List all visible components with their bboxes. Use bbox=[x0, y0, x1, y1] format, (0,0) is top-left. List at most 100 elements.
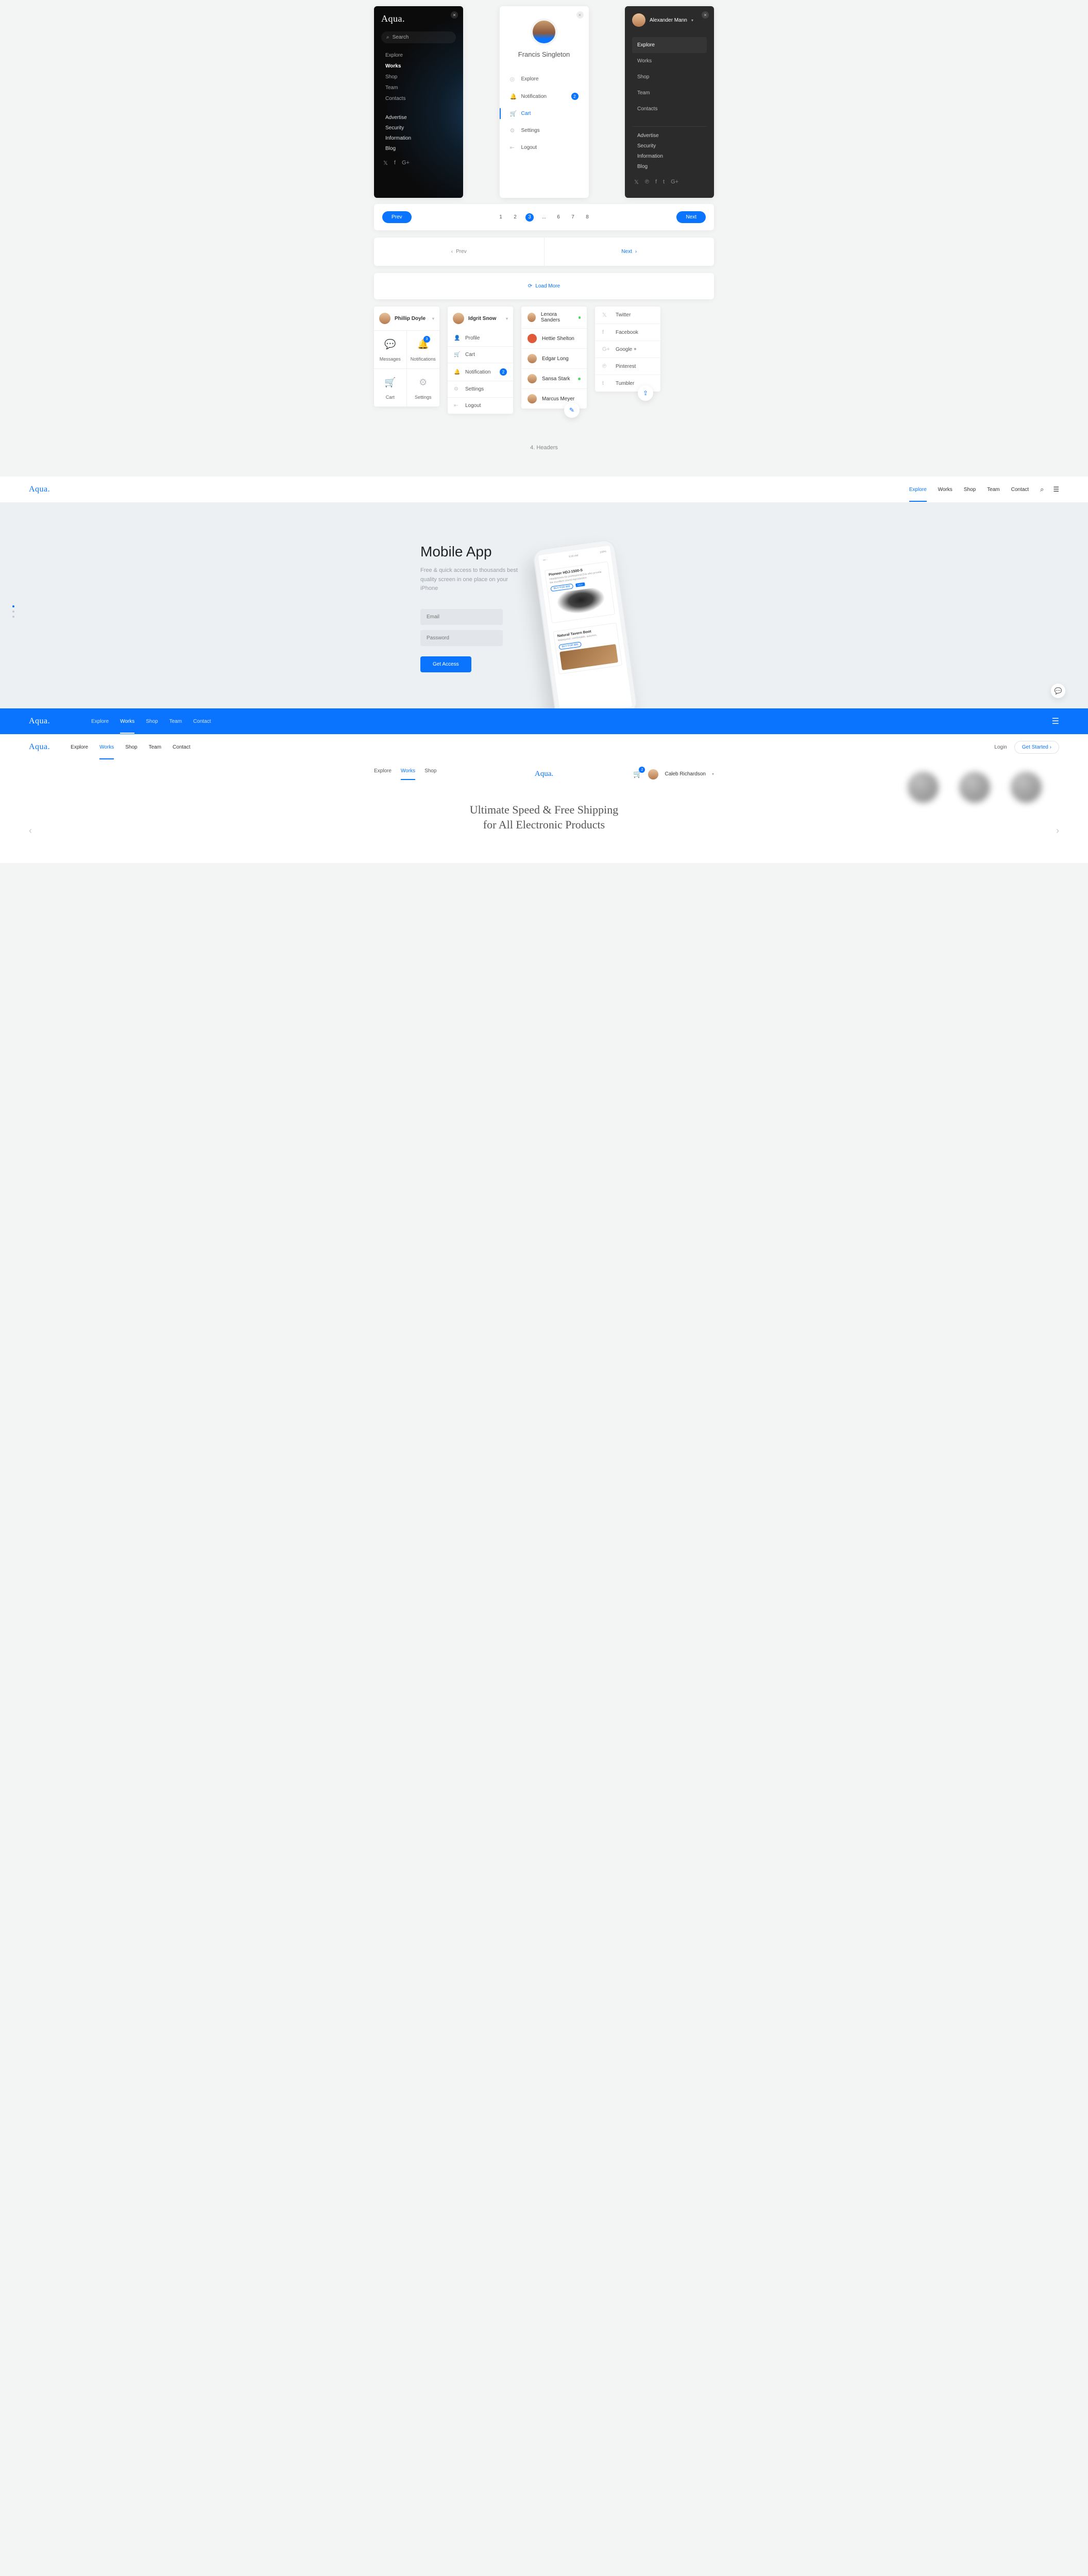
nav-item[interactable]: Team bbox=[149, 735, 161, 759]
page-number[interactable]: 2 bbox=[511, 213, 519, 222]
page-number[interactable]: 8 bbox=[583, 213, 591, 222]
search-input[interactable]: ⌕ Search bbox=[381, 31, 456, 43]
person-item[interactable]: Sansa Stark bbox=[521, 369, 587, 389]
password-field[interactable] bbox=[420, 630, 503, 646]
person-item[interactable]: Edgar Long bbox=[521, 349, 587, 369]
nav-item[interactable]: Advertise bbox=[637, 133, 707, 139]
tile-item[interactable]: 🛒Cart bbox=[374, 368, 407, 406]
cart-icon[interactable]: 🛒2 bbox=[633, 770, 642, 778]
share-item[interactable]: 𝕏Twitter bbox=[595, 307, 660, 324]
search-icon[interactable]: ⌕ bbox=[1040, 485, 1044, 494]
close-icon[interactable]: ✕ bbox=[576, 11, 584, 19]
nav-item[interactable]: Works bbox=[401, 768, 415, 780]
nav-item[interactable]: Blog bbox=[385, 146, 456, 151]
user-dropdown[interactable]: Idgrit Snow ▾ bbox=[448, 307, 513, 330]
facebook-icon[interactable]: f bbox=[394, 160, 396, 166]
nav-item[interactable]: Explore bbox=[91, 709, 109, 734]
nav-item[interactable]: Explore bbox=[385, 53, 456, 58]
twitter-icon[interactable]: 𝕏 bbox=[634, 179, 639, 185]
menu-item[interactable]: 🔔Notification2 bbox=[507, 88, 582, 105]
tile-item[interactable]: ⚙Settings bbox=[407, 368, 440, 406]
google-plus-icon[interactable]: G+ bbox=[671, 179, 678, 185]
nav-item[interactable]: Information bbox=[385, 135, 456, 141]
nav-item[interactable]: Contact bbox=[193, 709, 211, 734]
nav-item[interactable]: Team bbox=[385, 85, 456, 91]
chevron-left-icon[interactable]: ‹ bbox=[29, 825, 32, 836]
share-item[interactable]: ℗Pinterest bbox=[595, 358, 660, 375]
menu-item[interactable]: 🛒Cart bbox=[448, 346, 513, 363]
chat-fab[interactable]: 💬 bbox=[1051, 684, 1065, 698]
email-field[interactable] bbox=[420, 609, 503, 625]
page-number[interactable]: 7 bbox=[569, 213, 577, 222]
nav-item[interactable]: Contacts bbox=[632, 101, 707, 117]
share-item[interactable]: fFacebook bbox=[595, 324, 660, 341]
menu-item[interactable]: ⚙Settings bbox=[507, 122, 582, 139]
page-number[interactable]: 6 bbox=[554, 213, 563, 222]
next-link[interactable]: Next › bbox=[545, 238, 715, 266]
nav-item[interactable]: Works bbox=[938, 478, 953, 502]
nav-item[interactable]: Explore bbox=[632, 37, 707, 53]
get-access-button[interactable]: Get Access bbox=[420, 656, 471, 672]
prev-button[interactable]: Prev bbox=[382, 211, 412, 223]
nav-item[interactable]: Explore bbox=[909, 478, 927, 502]
user-dropdown[interactable]: Alexander Mann ▾ bbox=[632, 13, 707, 27]
next-button[interactable]: Next bbox=[676, 211, 706, 223]
tile-item[interactable]: 💬Messages bbox=[374, 330, 407, 368]
page-number[interactable]: 3 bbox=[525, 213, 534, 222]
tile-item[interactable]: 🔔Notifications3 bbox=[407, 330, 440, 368]
nav-item[interactable]: Works bbox=[120, 709, 134, 734]
nav-item[interactable]: Shop bbox=[424, 768, 436, 780]
edit-fab[interactable]: ✎ bbox=[564, 402, 580, 418]
nav-item[interactable]: Shop bbox=[964, 478, 976, 502]
nav-item[interactable]: Team bbox=[169, 709, 182, 734]
nav-item[interactable]: Shop bbox=[385, 74, 456, 80]
load-more-button[interactable]: ⟳ Load More bbox=[374, 273, 714, 299]
nav-item[interactable]: Works bbox=[632, 53, 707, 69]
dot[interactable] bbox=[12, 605, 14, 607]
page-number[interactable]: 1 bbox=[497, 213, 505, 222]
pinterest-icon[interactable]: ℗ bbox=[645, 179, 649, 185]
nav-item[interactable]: Explore bbox=[71, 735, 88, 759]
menu-item[interactable]: 👤Profile bbox=[448, 330, 513, 346]
menu-item[interactable]: ⇤Logout bbox=[507, 139, 582, 156]
menu-icon[interactable]: ☰ bbox=[1053, 485, 1059, 494]
prev-link[interactable]: ‹ Prev bbox=[374, 238, 545, 266]
close-icon[interactable]: ✕ bbox=[451, 11, 458, 19]
nav-item[interactable]: Information bbox=[637, 154, 707, 159]
get-started-button[interactable]: Get Started › bbox=[1014, 741, 1059, 754]
nav-item[interactable]: Blog bbox=[637, 164, 707, 170]
menu-item[interactable]: ⚙Settings bbox=[448, 381, 513, 397]
menu-item[interactable]: ◎Explore bbox=[507, 71, 582, 88]
menu-icon[interactable]: ☰ bbox=[1052, 716, 1059, 726]
menu-item[interactable]: ⇤Logout bbox=[448, 397, 513, 414]
person-item[interactable]: Hettie Shelton bbox=[521, 329, 587, 349]
twitter-icon[interactable]: 𝕏 bbox=[383, 160, 388, 166]
nav-item[interactable]: Team bbox=[987, 478, 999, 502]
nav-item[interactable]: Contacts bbox=[385, 96, 456, 101]
nav-item[interactable]: Shop bbox=[146, 709, 158, 734]
dot[interactable] bbox=[12, 611, 14, 613]
menu-item[interactable]: 🛒Cart bbox=[507, 105, 582, 122]
share-item[interactable]: G+Google + bbox=[595, 341, 660, 358]
nav-item[interactable]: Contact bbox=[173, 735, 190, 759]
nav-item[interactable]: Advertise bbox=[385, 115, 456, 121]
user-dropdown[interactable]: Phillip Doyle ▾ bbox=[374, 307, 439, 330]
nav-item[interactable]: Team bbox=[632, 85, 707, 101]
facebook-icon[interactable]: f bbox=[655, 179, 657, 185]
google-plus-icon[interactable]: G+ bbox=[402, 160, 410, 166]
login-link[interactable]: Login bbox=[994, 744, 1007, 750]
nav-item[interactable]: Shop bbox=[125, 735, 137, 759]
nav-item[interactable]: Explore bbox=[374, 768, 392, 780]
nav-item[interactable]: Contact bbox=[1011, 478, 1029, 502]
nav-item[interactable]: Security bbox=[637, 143, 707, 149]
nav-item[interactable]: Security bbox=[385, 125, 456, 131]
close-icon[interactable]: ✕ bbox=[702, 11, 709, 19]
nav-item[interactable]: Shop bbox=[632, 69, 707, 85]
menu-item[interactable]: 🔔Notification2 bbox=[448, 363, 513, 381]
chevron-right-icon[interactable]: › bbox=[1056, 825, 1059, 836]
share-fab[interactable]: ⇪ bbox=[638, 385, 653, 401]
nav-item[interactable]: Works bbox=[99, 735, 114, 759]
nav-item[interactable]: Works bbox=[385, 63, 456, 69]
chevron-down-icon[interactable]: ▾ bbox=[712, 772, 714, 776]
person-item[interactable]: Lenora Sanders bbox=[521, 307, 587, 329]
